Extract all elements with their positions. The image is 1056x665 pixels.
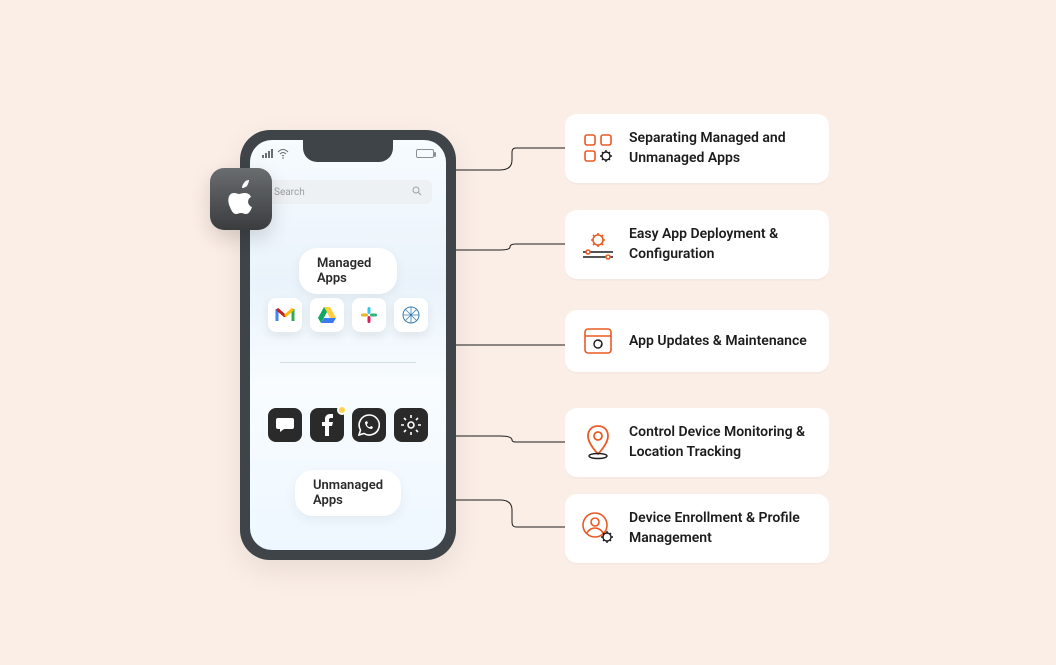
feature-label: App Updates & Maintenance xyxy=(629,331,807,351)
feature-card-profile: Device Enrollment & Profile Management xyxy=(565,494,829,563)
apple-icon xyxy=(225,180,257,218)
feature-label: Control Device Monitoring & Location Tra… xyxy=(629,422,813,463)
app-divider xyxy=(280,362,416,363)
phone-screen: Search Managed Apps xyxy=(250,140,446,550)
feature-card-location: Control Device Monitoring & Location Tra… xyxy=(565,408,829,477)
messages-icon xyxy=(268,408,302,442)
connectors xyxy=(0,0,1056,665)
gmail-icon xyxy=(268,298,302,332)
unmanaged-apps-label-pill: Unmanaged Apps xyxy=(295,470,401,516)
deploy-gear-icon xyxy=(581,227,615,261)
feature-card-separating: Separating Managed and Unmanaged Apps xyxy=(565,114,829,183)
status-bar xyxy=(250,146,446,160)
managed-apps-label: Managed Apps xyxy=(317,256,371,286)
search-icon xyxy=(412,186,422,199)
apps-gear-icon xyxy=(581,131,615,165)
managed-apps-row xyxy=(250,298,446,332)
diagram-canvas: Search Managed Apps xyxy=(0,0,1056,665)
phone-frame: Search Managed Apps xyxy=(240,130,456,560)
feature-label: Device Enrollment & Profile Management xyxy=(629,508,813,549)
unmanaged-apps-label: Unmanaged Apps xyxy=(313,478,383,508)
profile-icon xyxy=(581,511,615,545)
whatsapp-icon xyxy=(352,408,386,442)
gdrive-icon xyxy=(310,298,344,332)
wifi-icon xyxy=(277,144,289,163)
feature-card-updates: App Updates & Maintenance xyxy=(565,310,829,372)
facebook-icon xyxy=(310,408,344,442)
feature-label: Easy App Deployment & Configuration xyxy=(629,224,813,265)
slack-icon xyxy=(352,298,386,332)
updates-icon xyxy=(581,324,615,358)
search-placeholder: Search xyxy=(274,187,305,198)
teams-icon xyxy=(394,298,428,332)
managed-apps-label-pill: Managed Apps xyxy=(299,248,397,294)
unmanaged-apps-row xyxy=(250,408,446,442)
location-icon xyxy=(581,425,615,459)
notification-badge xyxy=(337,405,347,415)
search-bar: Search xyxy=(264,180,432,204)
signal-icon xyxy=(262,149,273,158)
apple-badge xyxy=(210,168,272,230)
feature-card-deployment: Easy App Deployment & Configuration xyxy=(565,210,829,279)
settings-icon xyxy=(394,408,428,442)
battery-icon xyxy=(416,149,434,158)
feature-label: Separating Managed and Unmanaged Apps xyxy=(629,128,813,169)
